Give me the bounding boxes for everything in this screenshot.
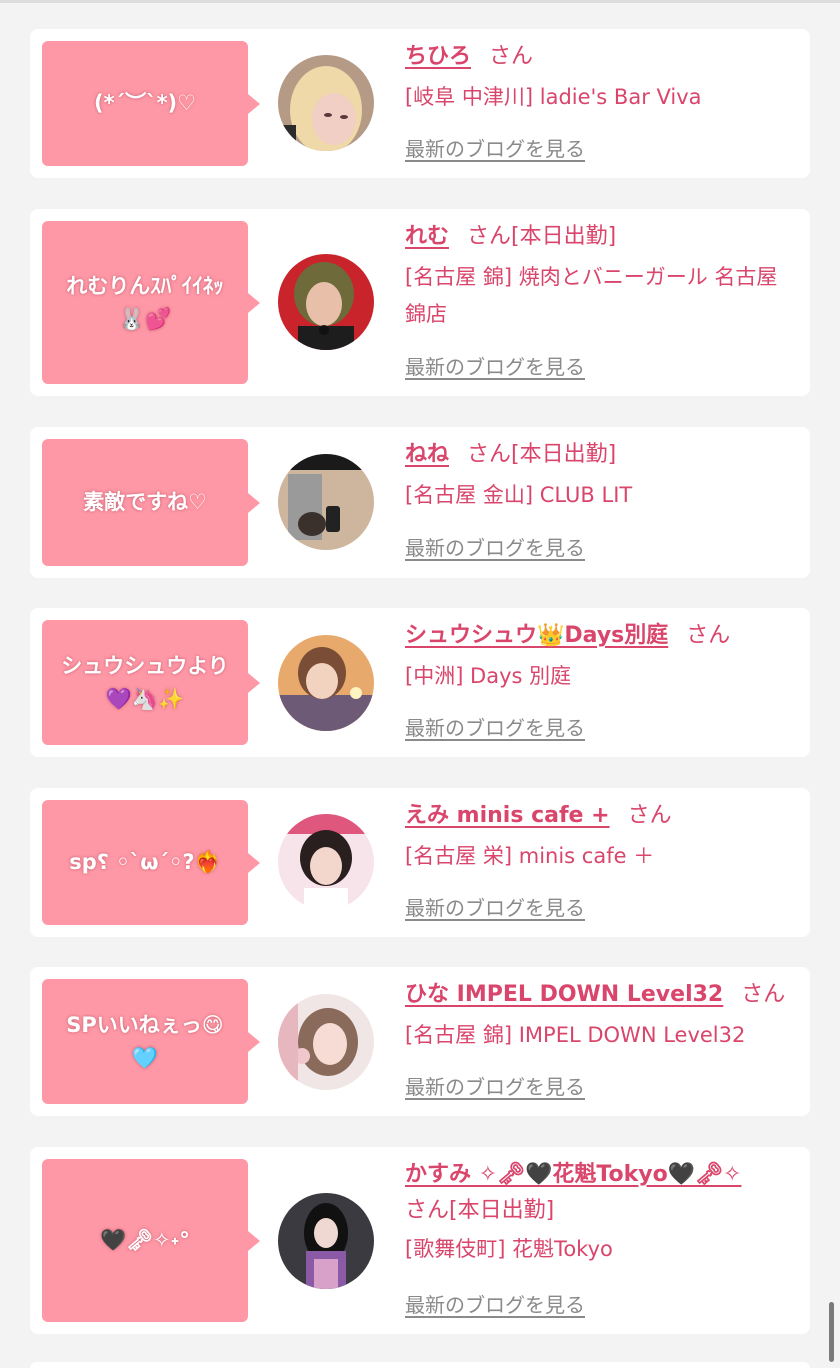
member-info: れむ さん[本日出勤] [名古屋 錦] 焼肉とバニーガール 名古屋 錦店: [405, 219, 797, 333]
message-card: (*´︶`*)♡ ちひろ さん [岐阜 中津川] ladie's Bar Viva…: [30, 29, 810, 178]
message-card: 🖤🗝✧˖° かすみ ✧🗝🖤花魁Tokyo🖤🗝✧ さん[本日出勤] [歌舞伎町] …: [30, 1147, 810, 1334]
message-bubble: sp؟ ◦`ω´◦?❤️‍🔥: [42, 800, 260, 925]
latest-blog-link[interactable]: 最新のブログを見る: [405, 133, 585, 162]
name-line: れむ さん[本日出勤]: [405, 219, 797, 255]
profile-photo-icon: [278, 254, 374, 350]
avatar[interactable]: [278, 635, 374, 731]
honorific: さん: [489, 44, 534, 69]
shop-info: [岐阜 中津川] ladie's Bar Viva: [405, 85, 702, 109]
latest-blog-link[interactable]: 最新のブログを見る: [405, 351, 585, 380]
message-bubble: れむりんｽﾊﾟｲｲﾈｯ 🐰💕: [42, 221, 260, 384]
status-badge: [本日出勤]: [511, 224, 617, 249]
member-info: えみ minis cafe + さん [名古屋 栄] minis cafe ＋: [405, 798, 797, 875]
shop-info: [名古屋 金山] CLUB LIT: [405, 483, 633, 507]
message-bubble: 素敵ですね♡: [42, 439, 260, 566]
honorific: さん: [467, 442, 512, 467]
message-bubble: シュウシュウより 💜🦄✨: [42, 620, 260, 745]
name-line: ひな IMPEL DOWN Level32 さん: [405, 977, 797, 1013]
avatar[interactable]: [278, 55, 374, 151]
avatar[interactable]: [278, 994, 374, 1090]
member-name-link[interactable]: かすみ ✧🗝🖤花魁Tokyo🖤🗝✧: [405, 1162, 741, 1187]
message-card: SPいいねぇっ😋 🩵 ひな IMPEL DOWN Level32 さん [名古屋 …: [30, 967, 810, 1116]
latest-blog-link[interactable]: 最新のブログを見る: [405, 532, 585, 561]
name-line: ちひろ さん: [405, 39, 797, 75]
profile-photo-icon: [278, 55, 374, 151]
status-badge: [本日出勤]: [449, 1198, 555, 1223]
message-card-partial: [30, 1362, 810, 1368]
message-card: れむりんｽﾊﾟｲｲﾈｯ 🐰💕 れむ さん[本日出勤] [名古屋 錦] 焼肉とバニー…: [30, 209, 810, 396]
message-card: 素敵ですね♡ ねね さん[本日出勤] [名古屋 金山] CLUB LIT 最新のブ…: [30, 427, 810, 578]
member-name-link[interactable]: ちひろ: [405, 44, 471, 69]
latest-blog-link[interactable]: 最新のブログを見る: [405, 892, 585, 921]
name-line: えみ minis cafe + さん: [405, 798, 797, 834]
honorific: さん: [467, 224, 512, 249]
avatar[interactable]: [278, 254, 374, 350]
profile-photo-icon: [278, 1193, 374, 1289]
avatar[interactable]: [278, 1193, 374, 1289]
latest-blog-link[interactable]: 最新のブログを見る: [405, 712, 585, 741]
shop-info: [中洲] Days 別庭: [405, 664, 572, 688]
shop-info: [名古屋 栄] minis cafe ＋: [405, 844, 655, 868]
name-line-continued: さん[本日出勤]: [405, 1193, 797, 1229]
name-line: かすみ ✧🗝🖤花魁Tokyo🖤🗝✧: [405, 1157, 797, 1193]
member-name-link[interactable]: えみ minis cafe +: [405, 803, 610, 828]
scrollbar[interactable]: [829, 1302, 834, 1362]
avatar[interactable]: [278, 814, 374, 910]
shop-info: [名古屋 錦] IMPEL DOWN Level32: [405, 1023, 746, 1047]
avatar[interactable]: [278, 454, 374, 550]
name-line: ねね さん[本日出勤]: [405, 437, 797, 473]
message-card: sp؟ ◦`ω´◦?❤️‍🔥 えみ minis cafe + さん [名古屋 栄]…: [30, 788, 810, 937]
message-card: シュウシュウより 💜🦄✨ シュウシュウ👑Days別庭 さん [中洲] Days 別…: [30, 608, 810, 757]
message-feed: (*´︶`*)♡ ちひろ さん [岐阜 中津川] ladie's Bar Viva…: [0, 0, 840, 1368]
latest-blog-link[interactable]: 最新のブログを見る: [405, 1071, 585, 1100]
shop-info: [歌舞伎町] 花魁Tokyo: [405, 1237, 613, 1261]
profile-photo-icon: [278, 814, 374, 910]
member-name-link[interactable]: シュウシュウ👑Days別庭: [405, 623, 668, 648]
shop-info: [名古屋 錦] 焼肉とバニーガール 名古屋 錦店: [405, 265, 778, 326]
name-line: シュウシュウ👑Days別庭 さん: [405, 618, 797, 654]
status-badge: [本日出勤]: [511, 442, 617, 467]
profile-photo-icon: [278, 635, 374, 731]
member-info: ねね さん[本日出勤] [名古屋 金山] CLUB LIT: [405, 437, 797, 514]
member-info: ひな IMPEL DOWN Level32 さん [名古屋 錦] IMPEL DO…: [405, 977, 797, 1054]
honorific: さん: [627, 803, 672, 828]
honorific: さん: [741, 982, 786, 1007]
member-info: かすみ ✧🗝🖤花魁Tokyo🖤🗝✧ さん[本日出勤] [歌舞伎町] 花魁Toky…: [405, 1157, 797, 1268]
member-name-link[interactable]: ひな IMPEL DOWN Level32: [405, 982, 723, 1007]
member-name-link[interactable]: れむ: [405, 224, 449, 249]
member-name-link[interactable]: ねね: [405, 442, 449, 467]
profile-photo-icon: [278, 994, 374, 1090]
honorific: さん: [686, 623, 731, 648]
message-bubble: (*´︶`*)♡: [42, 41, 260, 166]
message-bubble: 🖤🗝✧˖°: [42, 1159, 260, 1322]
message-bubble: SPいいねぇっ😋 🩵: [42, 979, 260, 1104]
profile-photo-icon: [278, 454, 374, 550]
member-info: シュウシュウ👑Days別庭 さん [中洲] Days 別庭: [405, 618, 797, 695]
latest-blog-link[interactable]: 最新のブログを見る: [405, 1289, 585, 1318]
honorific: さん: [405, 1198, 450, 1223]
member-info: ちひろ さん [岐阜 中津川] ladie's Bar Viva: [405, 39, 797, 116]
